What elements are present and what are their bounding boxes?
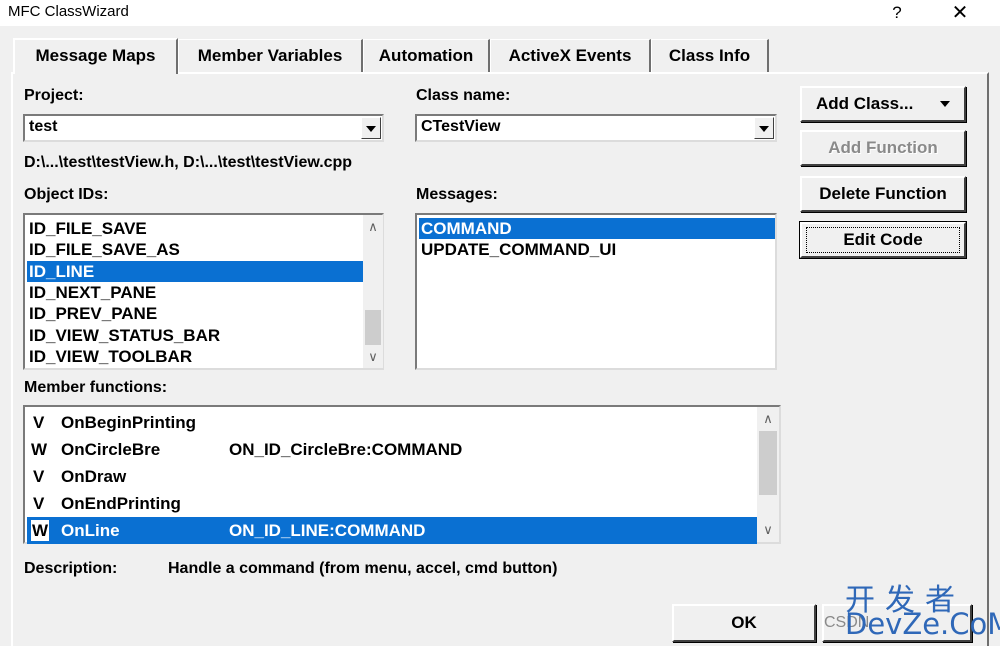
class-name-value: CTestView xyxy=(421,118,501,135)
object-ids-list[interactable]: ID_FILE_SAVE ID_FILE_SAVE_AS ID_LINE ID_… xyxy=(23,213,384,370)
edit-code-label: Edit Code xyxy=(806,227,960,253)
description-text: Handle a command (from menu, accel, cmd … xyxy=(168,560,558,577)
chevron-down-icon[interactable]: ∨ xyxy=(363,349,383,365)
tab-class-info[interactable]: Class Info xyxy=(651,39,769,72)
file-path-text: D:\...\test\testView.h, D:\...\test\test… xyxy=(24,154,353,171)
object-ids-label: Object IDs: xyxy=(24,186,109,203)
list-item-selected[interactable]: COMMAND xyxy=(419,218,775,239)
add-class-label: Add Class... xyxy=(816,94,914,113)
function-name: OnLine xyxy=(61,521,120,540)
function-name: OnBeginPrinting xyxy=(61,413,197,432)
project-value: test xyxy=(29,118,58,135)
tab-message-maps[interactable]: Message Maps xyxy=(13,38,178,74)
chevron-down-icon xyxy=(366,126,376,132)
member-functions-scrollbar[interactable]: ∧ ∨ xyxy=(757,407,779,542)
function-flag: V xyxy=(33,467,45,486)
object-ids-scrollbar[interactable]: ∧ ∨ xyxy=(363,215,383,368)
description-label: Description: xyxy=(24,560,118,577)
table-row[interactable]: W OnCircleBre ON_ID_CircleBre:COMMAND xyxy=(27,436,757,463)
project-label: Project: xyxy=(24,87,84,104)
tab-member-variables[interactable]: Member Variables xyxy=(178,39,363,72)
list-item[interactable]: UPDATE_COMMAND_UI xyxy=(419,239,775,260)
member-functions-label: Member functions: xyxy=(24,379,168,396)
title-bar: MFC ClassWizard ? ✕ xyxy=(0,0,1000,26)
chevron-down-icon xyxy=(759,126,769,132)
chevron-down-icon[interactable]: ∨ xyxy=(758,522,778,538)
class-name-dropdown-button[interactable] xyxy=(754,117,774,139)
add-class-button[interactable]: Add Class... xyxy=(800,86,966,122)
list-item[interactable]: ID_PREV_PANE xyxy=(27,303,363,324)
class-name-label: Class name: xyxy=(416,87,511,104)
window-title: MFC ClassWizard xyxy=(8,3,129,20)
function-map: ON_ID_LINE:COMMAND xyxy=(229,521,426,540)
function-flag: V xyxy=(33,494,45,513)
watermark-line2: DevZe.CoM xyxy=(845,607,1000,641)
list-item[interactable]: ID_NEXT_PANE xyxy=(27,282,363,303)
delete-function-button[interactable]: Delete Function xyxy=(800,176,966,212)
chevron-up-icon[interactable]: ∧ xyxy=(758,411,778,427)
function-name: OnDraw xyxy=(61,467,127,486)
table-row[interactable]: V OnDraw xyxy=(27,463,757,490)
table-row-selected[interactable]: W OnLine ON_ID_LINE:COMMAND xyxy=(27,517,757,544)
project-combo[interactable]: test xyxy=(23,114,384,142)
list-item-selected[interactable]: ID_LINE xyxy=(27,261,363,282)
function-name: OnEndPrinting xyxy=(61,494,181,513)
table-row[interactable]: V OnEndPrinting xyxy=(27,490,757,517)
messages-list[interactable]: COMMAND UPDATE_COMMAND_UI xyxy=(415,213,777,370)
function-flag: W xyxy=(31,440,48,459)
list-item[interactable]: ID_VIEW_STATUS_BAR xyxy=(27,325,363,346)
table-row[interactable]: V OnBeginPrinting xyxy=(27,409,757,436)
close-icon[interactable]: ✕ xyxy=(943,0,977,26)
list-item[interactable]: ID_FILE_SAVE_AS xyxy=(27,239,363,260)
scrollbar-thumb[interactable] xyxy=(759,431,777,495)
chevron-up-icon[interactable]: ∧ xyxy=(363,219,383,235)
scrollbar-thumb[interactable] xyxy=(365,310,381,345)
member-functions-list[interactable]: V OnBeginPrinting W OnCircleBre ON_ID_Ci… xyxy=(23,405,781,544)
list-item[interactable]: ID_FILE_SAVE xyxy=(27,218,363,239)
class-name-combo[interactable]: CTestView xyxy=(415,114,777,142)
tab-activex-events[interactable]: ActiveX Events xyxy=(490,39,651,72)
edit-code-button[interactable]: Edit Code xyxy=(799,221,967,259)
function-map: ON_ID_CircleBre:COMMAND xyxy=(229,440,463,459)
ok-button[interactable]: OK xyxy=(672,604,816,642)
function-flag: V xyxy=(33,413,45,432)
help-button[interactable]: ? xyxy=(884,2,910,24)
list-item[interactable]: ID_VIEW_TOOLBAR xyxy=(27,346,363,367)
function-flag: W xyxy=(31,520,50,541)
project-dropdown-button[interactable] xyxy=(361,117,381,139)
add-function-button[interactable]: Add Function xyxy=(800,130,966,166)
tab-automation[interactable]: Automation xyxy=(363,39,490,72)
chevron-down-icon xyxy=(940,101,950,107)
messages-label: Messages: xyxy=(416,186,498,203)
function-name: OnCircleBre xyxy=(61,440,161,459)
